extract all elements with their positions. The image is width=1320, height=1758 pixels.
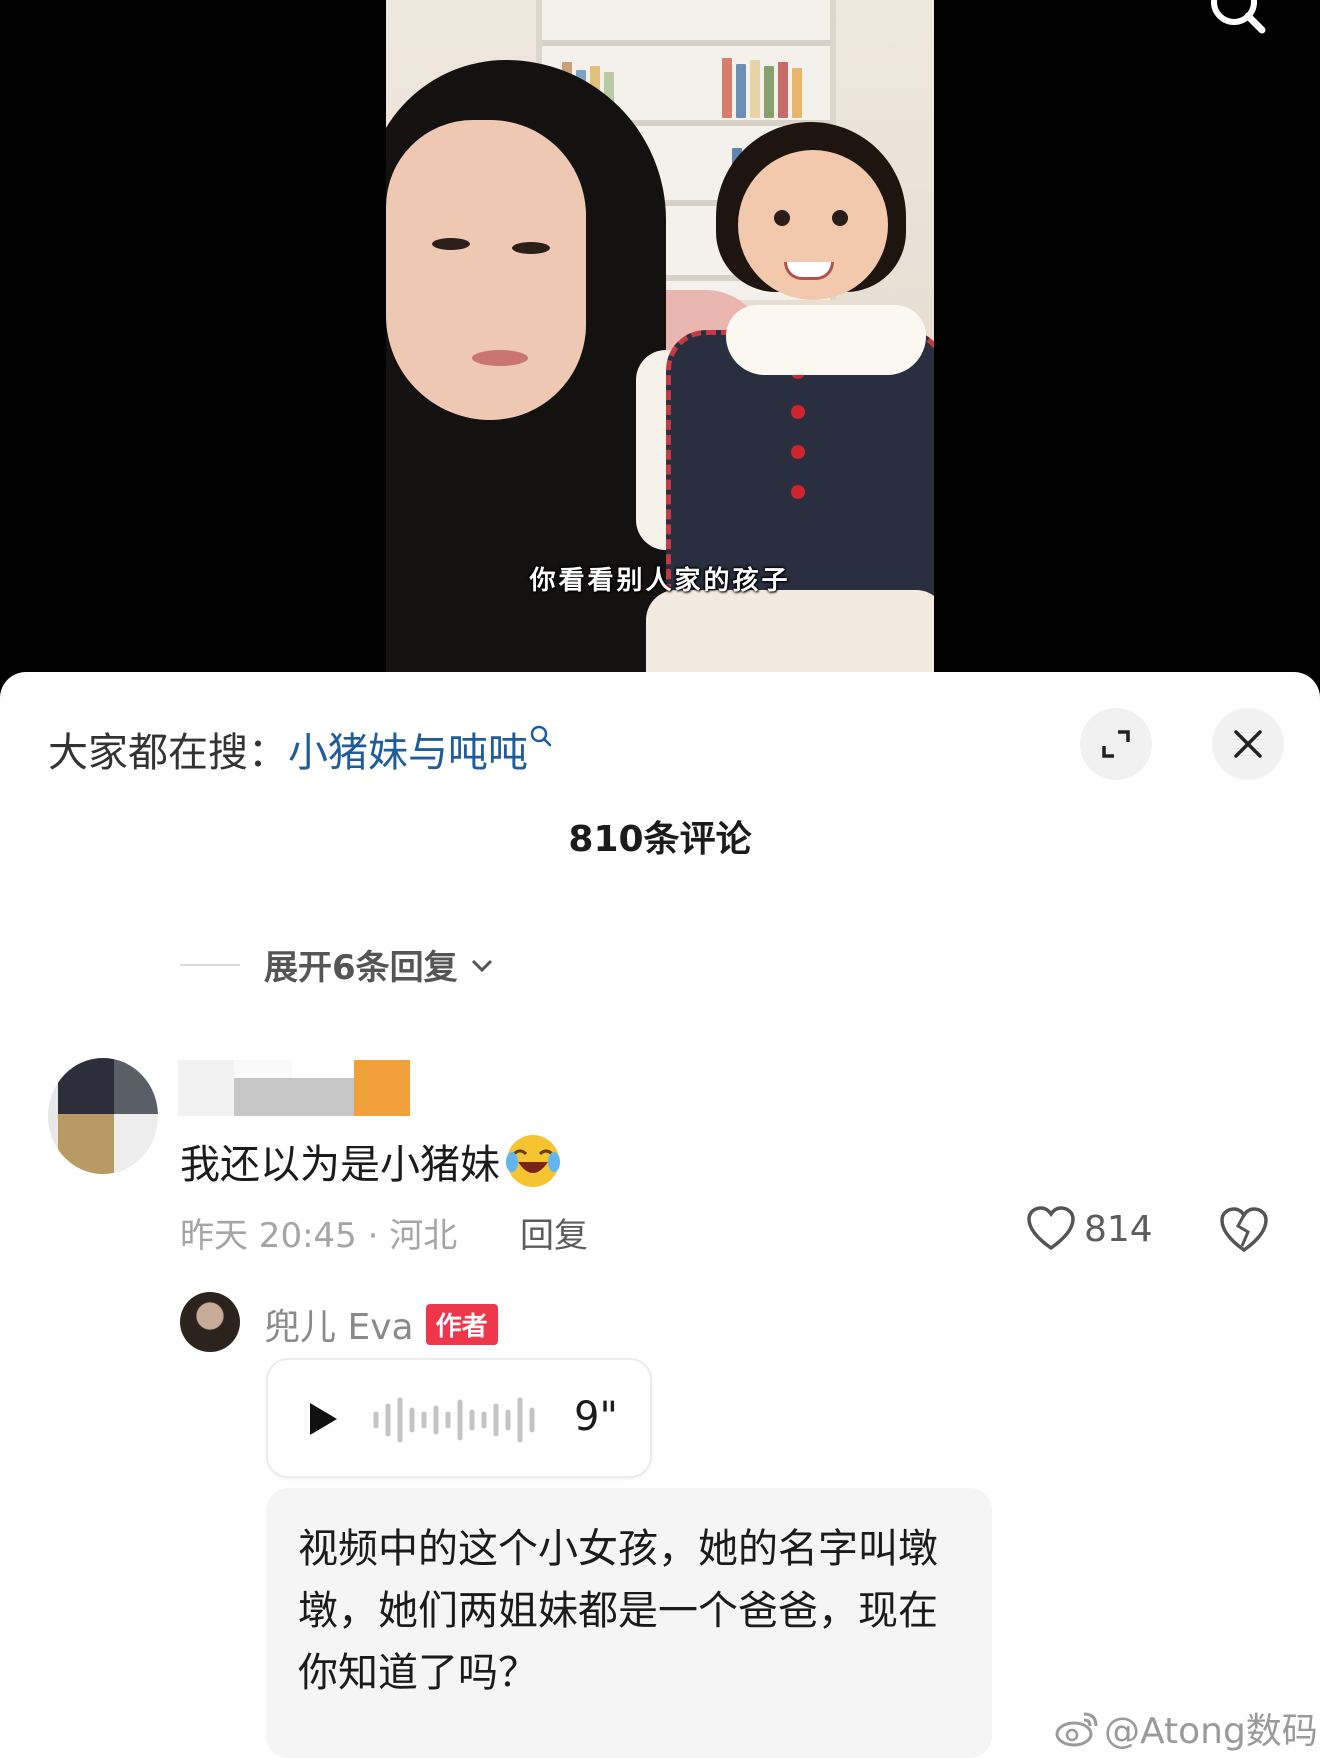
reply-button[interactable]: 回复	[520, 1208, 588, 1257]
weibo-logo-icon	[1055, 1712, 1098, 1747]
child-eye	[832, 210, 848, 226]
divider-line	[180, 963, 240, 966]
close-button[interactable]	[1212, 708, 1284, 780]
comment-count-title: 810条评论	[568, 819, 752, 860]
weibo-watermark: @Atong数码	[1054, 1702, 1318, 1754]
woman-eye	[432, 238, 470, 250]
audio-waveform-icon	[373, 1397, 535, 1443]
author-avatar[interactable]	[180, 1292, 240, 1352]
woman-face	[386, 120, 586, 420]
like-count: 814	[1084, 1208, 1153, 1250]
video-player[interactable]: 你看看别人家的孩子	[386, 0, 934, 672]
child-collar	[726, 305, 926, 375]
laughing-crying-emoji-icon	[506, 1135, 560, 1187]
child-eye	[774, 210, 790, 226]
woman-eye	[512, 242, 550, 254]
video-subtitle: 你看看别人家的孩子	[529, 566, 791, 596]
voice-duration: 9"	[574, 1394, 618, 1440]
hot-search-prefix: 大家都在搜：	[48, 730, 288, 776]
expand-replies-label: 展开6条回复	[264, 948, 458, 988]
like-button[interactable]: 814	[1026, 1206, 1153, 1252]
broken-heart-icon[interactable]	[1218, 1206, 1270, 1254]
close-icon	[1234, 730, 1262, 758]
watermark-text: @Atong数码	[1104, 1711, 1318, 1752]
author-name-row[interactable]: 兜儿 Eva 作者	[264, 1298, 498, 1350]
expand-icon	[1102, 730, 1130, 758]
comment-sheet: 大家都在搜：小猪妹与吨吨 810条评论 展开6条回复 我还以为是小猪妹 昨天 2…	[0, 672, 1320, 1758]
author-name: 兜儿 Eva	[264, 1307, 414, 1348]
hot-search-keyword[interactable]: 小猪妹与吨吨	[288, 730, 528, 776]
author-badge: 作者	[425, 1303, 498, 1345]
commenter-name-censored[interactable]	[178, 1060, 412, 1120]
expand-replies-button[interactable]: 展开6条回复	[180, 940, 496, 989]
comment-text: 我还以为是小猪妹	[180, 1142, 500, 1188]
child-skirt	[646, 590, 934, 672]
comment-time-location: 昨天 20:45 · 河北	[180, 1216, 458, 1256]
chevron-down-icon	[471, 959, 492, 972]
voice-transcript: 视频中的这个小女孩，她的名字叫墩墩，她们两姐妹都是一个爸爸，现在你知道了吗？	[266, 1488, 992, 1758]
hot-search-bar[interactable]: 大家都在搜：小猪妹与吨吨	[48, 720, 554, 778]
small-search-icon	[530, 725, 552, 747]
comment-body: 我还以为是小猪妹	[180, 1132, 562, 1190]
voice-message[interactable]: 9"	[266, 1358, 652, 1478]
play-icon[interactable]	[306, 1400, 340, 1438]
expand-fullscreen-button[interactable]	[1080, 708, 1152, 780]
woman-lips	[472, 350, 528, 366]
search-icon[interactable]	[1200, 0, 1270, 42]
commenter-avatar[interactable]	[48, 1058, 158, 1174]
heart-icon	[1027, 1206, 1075, 1251]
